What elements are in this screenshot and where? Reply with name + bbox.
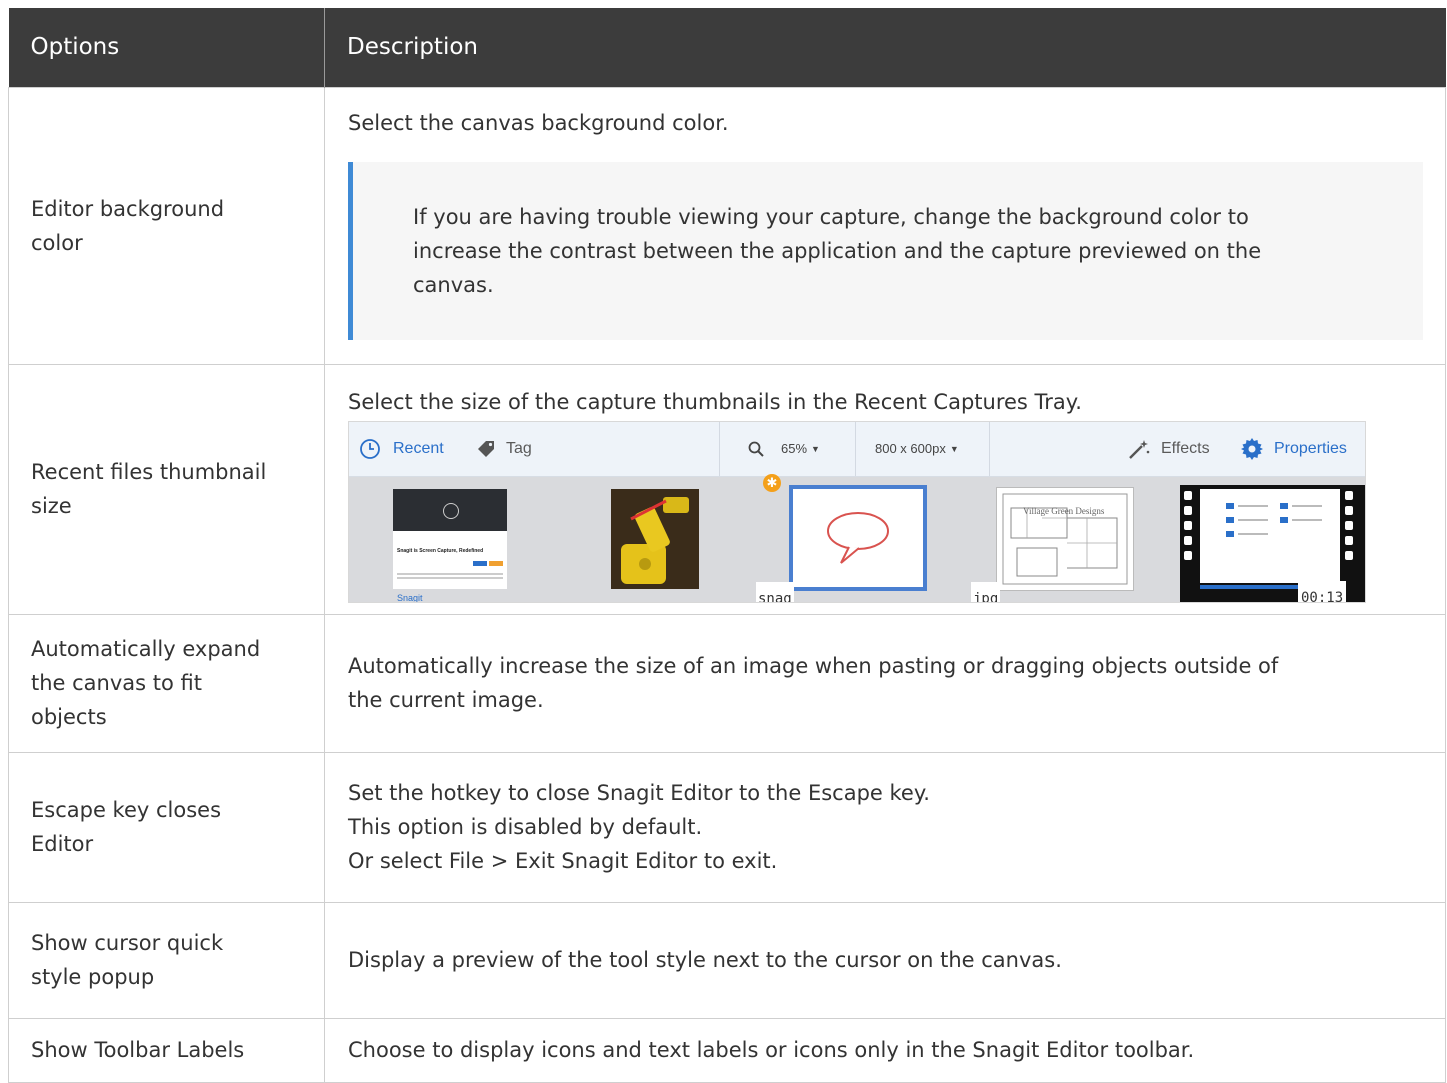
effects-label: Effects [1161, 439, 1210, 457]
properties-button: Properties [1240, 422, 1347, 476]
table-row: Escape key closes Editor Set the hotkey … [8, 751, 1446, 903]
clock-icon [360, 438, 380, 459]
recent-label: Recent [393, 439, 444, 457]
option-text: color [31, 230, 83, 255]
option-text: style popup [31, 965, 155, 989]
table-row: Recent files thumbnail size Select the s… [8, 363, 1446, 615]
description-text: This option is disabled by default. [348, 815, 703, 839]
gear-icon [1241, 437, 1263, 460]
blueprint-watermark: Village Green Designs [1023, 505, 1105, 516]
thumbnail-logo: Snagit [397, 592, 423, 603]
description-text: Display a preview of the tool style next… [348, 948, 1062, 972]
header-description: Description [324, 8, 1446, 87]
jpg-file-label: jpg [971, 581, 1001, 602]
header-options: Options [8, 8, 325, 87]
options-table: Options Description Editor background co… [8, 8, 1446, 1083]
description-text: Set the hotkey to close Snagit Editor to… [348, 781, 930, 805]
robot-photo [611, 488, 699, 589]
thumbnail-website: Snagit is Screen Capture, Redefined Snag… [393, 488, 507, 602]
effects-button: Effects [1127, 422, 1210, 476]
option-text: Editor background [31, 196, 225, 221]
thumbnail-video: 00:13 [1180, 484, 1365, 602]
magic-wand-icon [1129, 439, 1150, 459]
option-cell: Recent files thumbnail size [8, 363, 325, 615]
speech-bubble-icon [827, 511, 889, 564]
tag-button: Tag [476, 422, 532, 476]
size-control: 800 x 600px ▼ [875, 422, 959, 476]
description-text: the current image. [348, 688, 544, 712]
option-text: Show cursor quick [31, 931, 224, 955]
option-text: Escape key closes [31, 798, 222, 822]
table-row: Show cursor quick style popup Display a … [8, 901, 1446, 1019]
description-text: Select the size of the capture thumbnail… [348, 389, 1082, 414]
description-cell: Select the size of the capture thumbnail… [324, 363, 1446, 615]
option-cell: Show cursor quick style popup [8, 901, 325, 1019]
thumbnail-strip: Snagit is Screen Capture, Redefined Snag… [349, 473, 1365, 602]
description-cell: Automatically increase the size of an im… [324, 613, 1446, 753]
thumbnail-photo [611, 488, 699, 589]
option-text: objects [31, 705, 107, 729]
tray-toolbar: Recent Tag 65% ▼ 800 x 600px ▼ Effects P… [349, 421, 1365, 477]
size-label: 800 x 600px [875, 440, 946, 456]
toolbar-divider [855, 421, 856, 476]
description-cell: Choose to display icons and text labels … [324, 1017, 1446, 1083]
thumbnail-blueprint: Village Green Designs [996, 486, 1134, 591]
table-row: Automatically expand the canvas to fit o… [8, 613, 1446, 753]
note-callout: If you are having trouble viewing your c… [348, 161, 1423, 340]
video-duration: 00:13 [1298, 580, 1347, 602]
note-text: increase the contrast between the applic… [413, 238, 1262, 263]
table-row: Show Toolbar Labels Choose to display ic… [8, 1017, 1446, 1083]
option-cell: Editor background color [8, 86, 325, 365]
description-text: Or select File > Exit Snagit Editor to e… [348, 849, 778, 873]
option-text: Show Toolbar Labels [31, 1038, 245, 1062]
toolbar-divider [719, 421, 720, 476]
properties-label: Properties [1274, 439, 1347, 457]
description-text: Choose to display icons and text labels … [348, 1038, 1195, 1062]
new-capture-badge: ✱ [763, 473, 781, 492]
option-text: size [31, 494, 72, 518]
option-text: Automatically expand [31, 637, 261, 661]
option-cell: Show Toolbar Labels [8, 1017, 325, 1083]
description-cell: Display a preview of the tool style next… [324, 901, 1446, 1019]
description-text: Select the canvas background color. [348, 110, 729, 135]
option-cell: Automatically expand the canvas to fit o… [8, 613, 325, 753]
recent-button: Recent [359, 422, 444, 476]
recent-captures-tray-image: Recent Tag 65% ▼ 800 x 600px ▼ Effects P… [348, 420, 1366, 603]
table-header-row: Options Description [8, 8, 1446, 87]
zoom-control: 65% ▼ [747, 422, 820, 476]
note-text: canvas. [413, 272, 494, 297]
option-cell: Escape key closes Editor [8, 751, 325, 903]
description-cell: Set the hotkey to close Snagit Editor to… [324, 751, 1446, 903]
option-text: the canvas to fit [31, 671, 202, 695]
option-text: Recent files thumbnail [31, 460, 267, 484]
magnifier-icon [748, 441, 764, 457]
chevron-down-icon: ▼ [949, 443, 959, 454]
note-text: If you are having trouble viewing your c… [413, 204, 1249, 229]
table-row: Editor background color Select the canva… [8, 86, 1446, 365]
tag-icon [478, 440, 494, 457]
chevron-down-icon: ▼ [811, 443, 820, 454]
snag-file-label: snag [756, 581, 794, 602]
zoom-label: 65% [781, 440, 808, 456]
toolbar-divider [989, 421, 990, 476]
thumbnail-snag-selected [789, 484, 927, 591]
description-cell: Select the canvas background color. If y… [324, 86, 1446, 365]
tag-label: Tag [506, 439, 532, 457]
description-text: Automatically increase the size of an im… [348, 654, 1279, 678]
option-text: Editor [31, 832, 94, 856]
